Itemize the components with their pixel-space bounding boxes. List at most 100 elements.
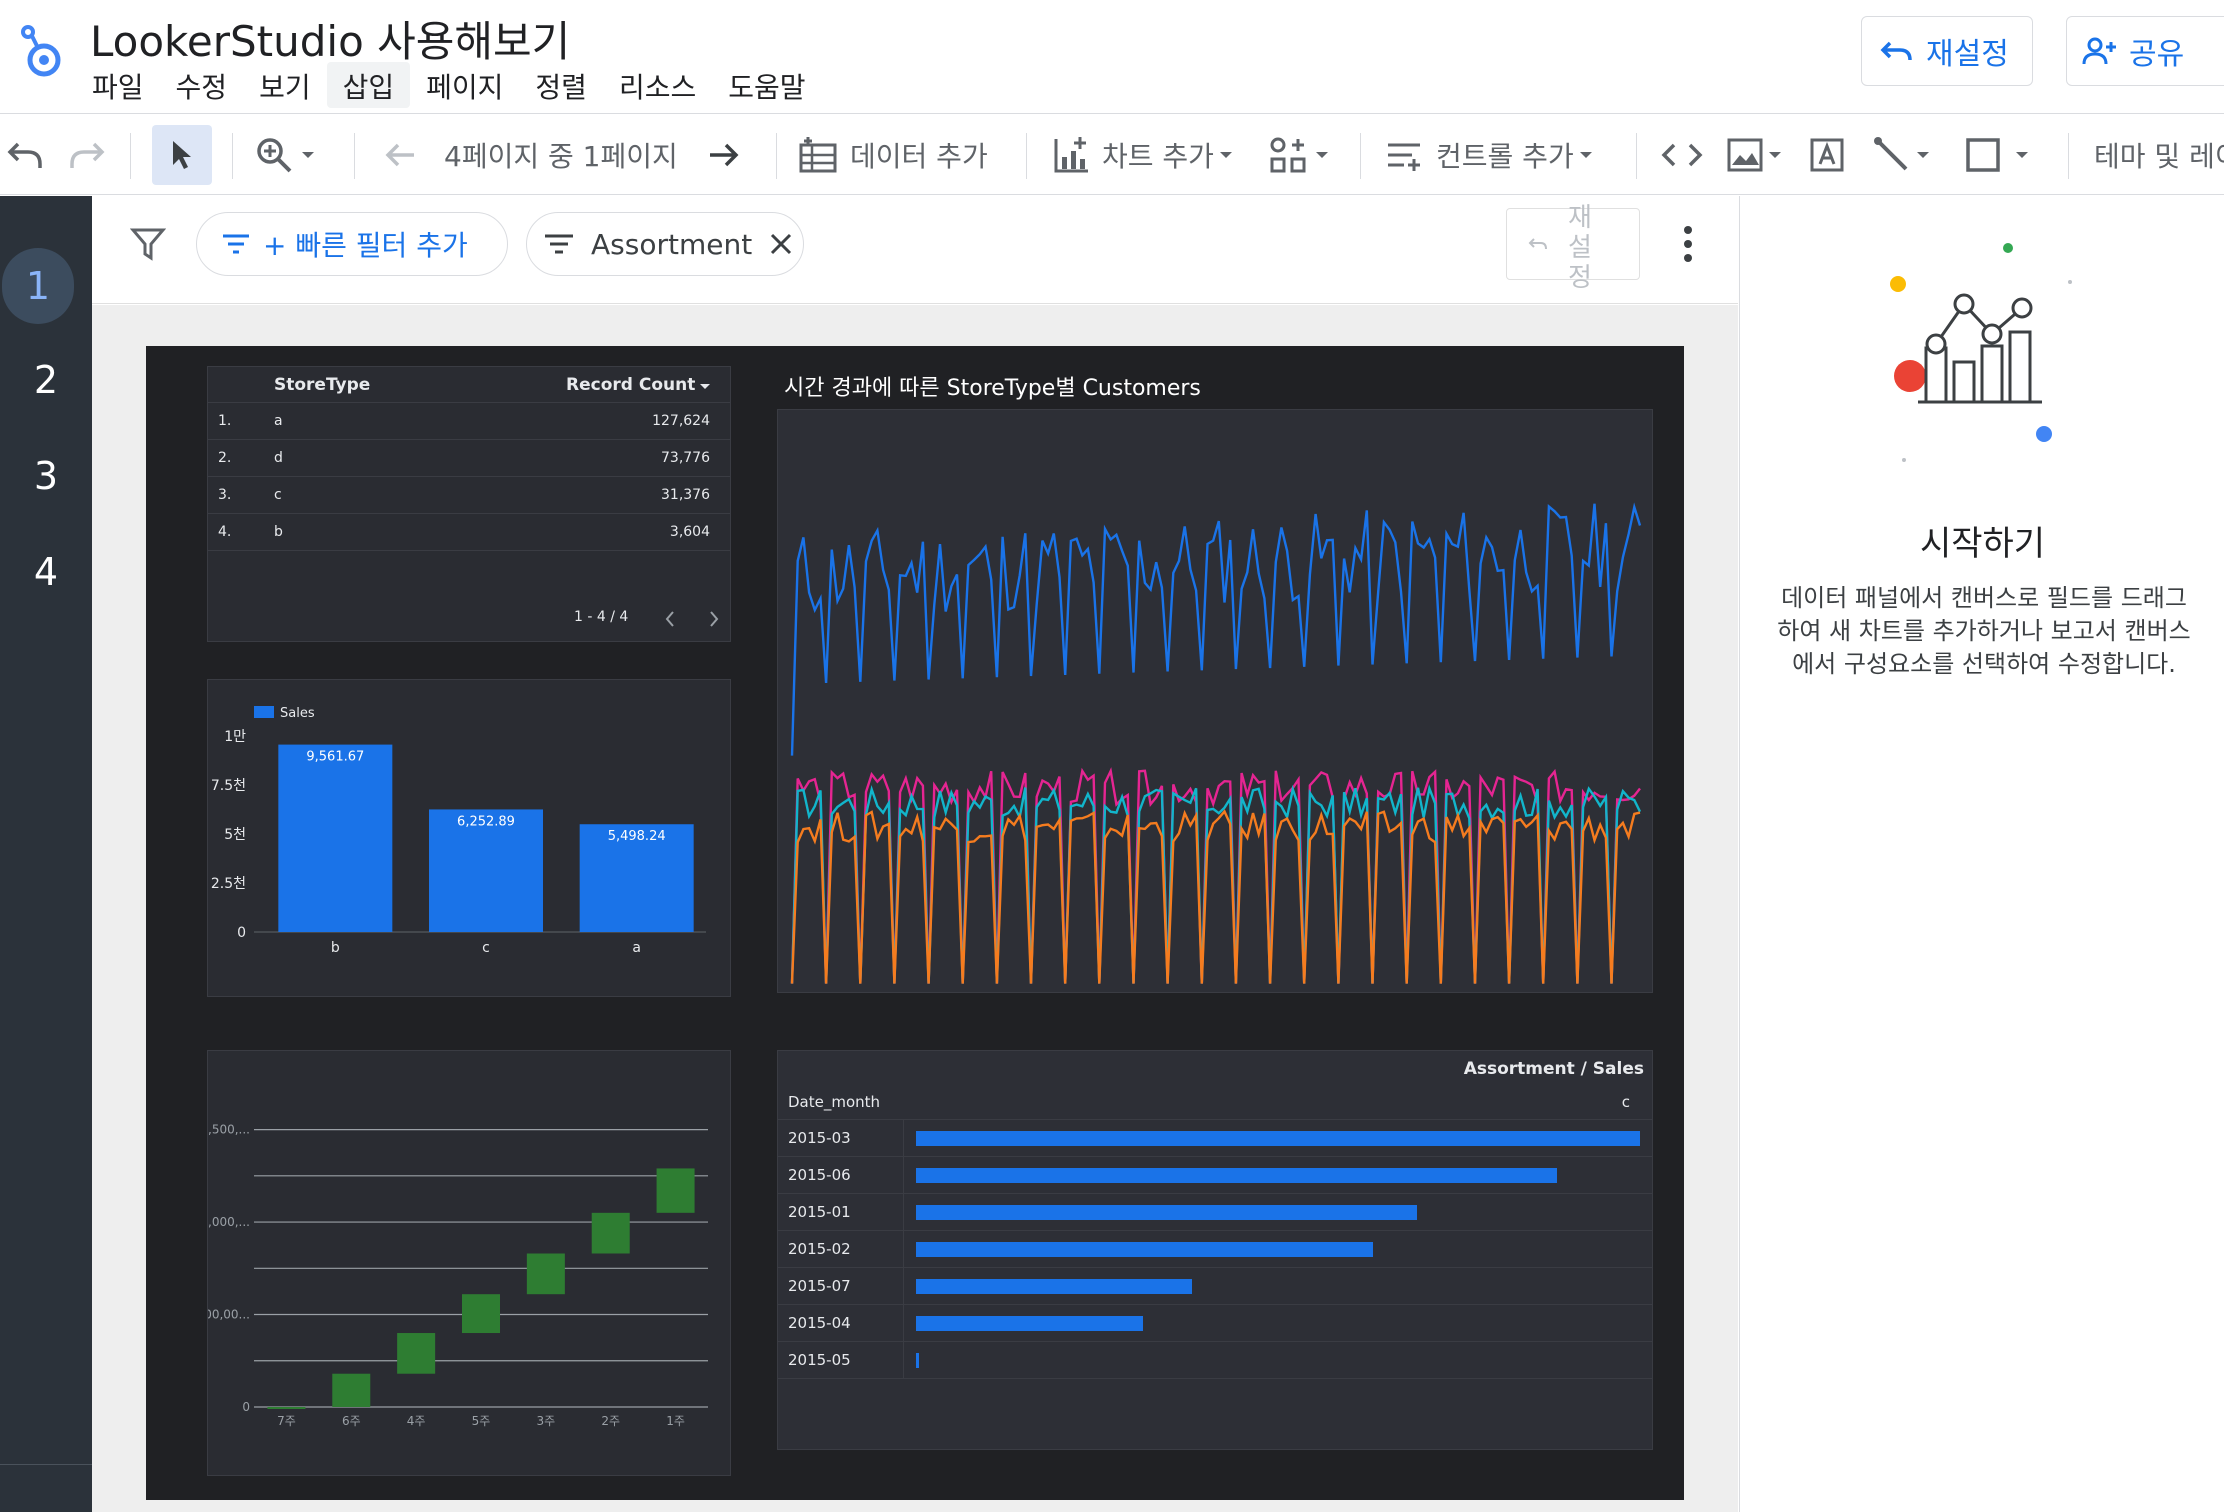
dropdown-caret-icon: [1219, 152, 1232, 158]
insert-line-button[interactable]: [1872, 115, 1934, 195]
table-row[interactable]: 2015-02: [778, 1231, 1652, 1268]
assortment-sales-header[interactable]: Assortment / Sales: [1464, 1059, 1644, 1079]
column-divider: [903, 1194, 904, 1231]
select-tool-button[interactable]: [152, 125, 212, 185]
y-tick-label: 1만: [224, 729, 246, 745]
bar-data-label: 5,498.24: [608, 829, 666, 844]
reset-button[interactable]: 재설정: [1861, 16, 2033, 86]
page-2-tab[interactable]: 2: [0, 358, 92, 402]
date-month-label: 2015-01: [788, 1203, 851, 1221]
table-header-storetype[interactable]: StoreType: [274, 375, 370, 395]
dropdown-caret-icon: [302, 152, 314, 158]
menu-page[interactable]: 페이지: [410, 62, 519, 108]
chevron-right-icon[interactable]: [707, 609, 721, 629]
close-icon[interactable]: [766, 229, 796, 259]
x-tick-label: 1주: [666, 1414, 685, 1428]
add-chart-label: 차트 추가: [1102, 140, 1214, 173]
page-3-tab[interactable]: 3: [0, 454, 92, 498]
menu-help[interactable]: 도움말: [712, 62, 821, 108]
date-month-label: 2015-05: [788, 1351, 851, 1369]
x-tick-label: 5주: [472, 1414, 491, 1428]
page-navigator: 1 2 3 4: [0, 196, 92, 1512]
add-quick-filter-chip[interactable]: + 빠른 필터 추가: [196, 212, 508, 276]
sales-bar-2015-06: [916, 1168, 1558, 1183]
filter-list-icon: [223, 234, 249, 254]
y-tick-label: 7.5천: [211, 778, 246, 794]
table-row[interactable]: 2015-01: [778, 1194, 1652, 1231]
sales-bar-2015-07: [916, 1279, 1192, 1294]
more-vert-icon[interactable]: [1682, 224, 1694, 268]
table-row[interactable]: 3. c 31,376: [208, 477, 730, 514]
filter-list-icon: [545, 234, 573, 254]
previous-page-button[interactable]: [382, 115, 418, 195]
customers-line-chart-card[interactable]: [777, 409, 1653, 993]
legend-swatch: [254, 706, 274, 718]
embed-code-button[interactable]: [1660, 115, 1704, 195]
page-4-tab[interactable]: 4: [0, 550, 92, 594]
sales-bar-chart-card[interactable]: Sales 0 2.5천 5천 7.5천 1만 9,561.67 b 6,252.89 c 5,49…: [207, 679, 731, 997]
add-chart-icon: [1054, 137, 1088, 173]
table-row[interactable]: 2015-03: [778, 1120, 1652, 1157]
assortment-filter-chip[interactable]: Assortment: [526, 212, 804, 276]
date-month-header[interactable]: Date_month: [788, 1093, 880, 1111]
weekly-waterfall-chart: 0 500,00... 1,000,... 1,500,... 7주 6주 4주 5주 3주 2주…: [197, 1123, 708, 1428]
dropdown-caret-icon: [1316, 152, 1328, 158]
chevron-left-icon[interactable]: [663, 609, 677, 629]
date-month-label: 2015-02: [788, 1240, 851, 1258]
table-row[interactable]: 4. b 3,604: [208, 514, 730, 551]
storetype-table[interactable]: StoreType Record Count 1. a 127,624 2. d 73,…: [207, 366, 731, 642]
table-row[interactable]: 2015-06: [778, 1157, 1652, 1194]
menu-view[interactable]: 보기: [243, 62, 327, 108]
table-row[interactable]: 2015-05: [778, 1342, 1652, 1379]
x-tick-label: 3주: [537, 1414, 556, 1428]
menu-insert[interactable]: 삽입: [326, 62, 411, 108]
x-tick-label: 6주: [342, 1414, 361, 1428]
menu-arrange[interactable]: 정렬: [519, 62, 603, 108]
table-row[interactable]: 1. a 127,624: [208, 403, 730, 440]
insert-shape-button[interactable]: [1964, 115, 2042, 195]
weekly-waterfall-chart-card[interactable]: 0 500,00... 1,000,... 1,500,... 7주 6주 4주 5주 3주 2주…: [197, 1050, 731, 1476]
arrow-right-icon: [710, 143, 739, 167]
assortment-sales-table-card[interactable]: Assortment / Sales Date_month c 2015-03 2…: [777, 1050, 1653, 1450]
app-header: LookerStudio 사용해보기 파일 수정 보기 삽입 페이지 정렬 리소…: [0, 0, 2224, 114]
table-row[interactable]: 2015-04: [778, 1305, 1652, 1342]
redo-button[interactable]: [68, 115, 106, 195]
share-label: 공유: [2129, 37, 2185, 72]
share-button[interactable]: 공유: [2066, 16, 2224, 86]
filter-reset-button[interactable]: 재설정: [1506, 203, 1640, 293]
dropdown-caret-icon: [1917, 152, 1929, 158]
add-person-icon: [2082, 37, 2116, 65]
page-indicator: 4페이지 중 1페이지: [444, 140, 678, 173]
date-month-label: 2015-06: [788, 1166, 851, 1184]
undo-button[interactable]: [6, 115, 44, 195]
add-control-button[interactable]: 컨트롤 추가: [1384, 115, 1598, 195]
filter-funnel-icon[interactable]: [129, 226, 167, 266]
report-title[interactable]: LookerStudio 사용해보기: [90, 8, 570, 69]
table-row[interactable]: 2015-07: [778, 1268, 1652, 1305]
add-data-label: 데이터 추가: [850, 140, 988, 173]
x-tick-label: 7주: [277, 1414, 296, 1428]
sort-descending-icon[interactable]: [698, 382, 712, 392]
waterfall-bar-2주: [591, 1212, 630, 1254]
insert-image-button[interactable]: [1726, 115, 1786, 195]
assortment-c-header[interactable]: c: [1622, 1093, 1630, 1111]
line-series-0: [790, 502, 1642, 756]
looker-studio-logo-icon[interactable]: [14, 20, 70, 80]
page-1-tab[interactable]: 1: [2, 248, 74, 324]
add-data-button[interactable]: 데이터 추가: [798, 115, 988, 195]
table-header-record-count[interactable]: Record Count: [566, 375, 695, 395]
menu-edit[interactable]: 수정: [160, 62, 244, 108]
menu-resource[interactable]: 리소스: [603, 62, 712, 108]
table-row[interactable]: 2. d 73,776: [208, 440, 730, 477]
theme-layout-button[interactable]: 테마 및 레이: [2094, 115, 2224, 195]
next-page-button[interactable]: [706, 115, 742, 195]
insert-text-button[interactable]: [1808, 115, 1846, 195]
add-chart-button[interactable]: 차트 추가: [1052, 115, 1238, 195]
community-visualization-button[interactable]: [1268, 115, 1334, 195]
x-tick-label: c: [482, 940, 490, 956]
waterfall-bar-7주: [267, 1407, 306, 1409]
toolbar: 4페이지 중 1페이지 데이터 추가 차트 추가 컨트롤 추가 테마 및 레: [0, 115, 2224, 195]
menu-file[interactable]: 파일: [76, 62, 160, 108]
zoom-button[interactable]: [254, 115, 322, 195]
y-tick-label: 500,00...: [208, 1308, 250, 1322]
